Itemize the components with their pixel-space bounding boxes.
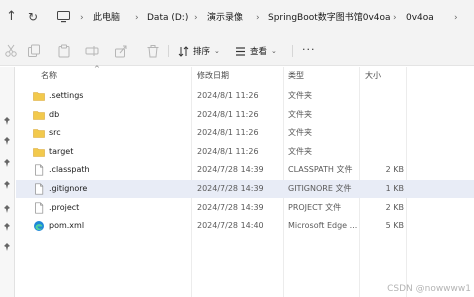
file-name: .classpath [49,165,90,175]
sort-chevron-icon: ^ [94,65,100,73]
file-type: PROJECT 文件 [288,202,342,212]
file-row[interactable]: pom.xml 2024/7/28 14:40 Microsoft Edge ...… [16,217,474,235]
file-size: 1 KB [385,184,404,193]
edge-icon [34,221,44,232]
file-list: 名称 ^ 修改日期 类型 大小 .settings 2024/8/1 11:26 文… [16,65,474,297]
file-size: 2 KB [385,165,404,175]
folder-icon [33,129,45,138]
rename-icon[interactable] [85,44,99,58]
file-modified-date: 2024/8/1 11:26 [197,146,259,156]
file-type: CLASSPATH 文件 [288,165,353,175]
cut-icon[interactable] [4,44,18,58]
folder-icon [33,110,45,120]
breadcrumb-separator: › [256,13,260,23]
file-row[interactable]: src 2024/8/1 11:26 文件夹 [16,124,474,142]
delete-icon[interactable] [146,44,160,58]
breadcrumb-project-folder[interactable]: SpringBoot数字图书馆0v4oa [268,12,391,24]
file-modified-date: 2024/7/28 14:39 [197,184,264,193]
breadcrumb-data-drive[interactable]: Data (D:) [147,12,188,24]
folder-icon [33,92,45,101]
pin-icon[interactable] [2,242,12,252]
column-header-type[interactable]: 类型 [288,71,304,81]
breadcrumb-separator: › [135,13,139,23]
breadcrumb-separator: › [454,13,458,23]
file-name: pom.xml [49,221,85,231]
chevron-down-icon: ⌄ [214,47,220,55]
computer-icon[interactable] [57,11,70,23]
file-icon [35,164,44,176]
copy-icon[interactable] [27,44,41,58]
file-modified-date: 2024/7/28 14:40 [197,221,264,231]
file-type: 文件夹 [288,146,312,156]
breadcrumb-this-pc[interactable]: 此电脑 [93,12,120,24]
more-options-icon[interactable]: ··· [302,43,316,56]
up-arrow-icon[interactable]: ↑ [6,10,17,24]
column-header-size[interactable]: 大小 [365,71,381,81]
file-name: .gitignore [49,184,88,193]
file-name: src [49,128,61,138]
file-modified-date: 2024/8/1 11:26 [197,109,259,119]
file-size: 2 KB [385,202,404,212]
sort-button[interactable]: 排序 ⌄ [178,44,220,58]
toolbar-divider [168,45,169,57]
file-type: Microsoft Edge ... [288,221,358,231]
folder-icon [33,147,45,157]
view-button[interactable]: 查看 ⌄ [235,44,277,58]
file-modified-date: 2024/7/28 14:39 [197,202,264,212]
breadcrumb-separator: › [194,13,198,23]
file-row[interactable]: db 2024/8/1 11:26 文件夹 [16,106,474,124]
column-header-name[interactable]: 名称 [41,71,57,81]
file-row[interactable]: .gitignore 2024/7/28 14:39 GITIGNORE 文件 1 K… [16,180,474,198]
file-type: 文件夹 [288,128,312,138]
breadcrumb-current-folder[interactable]: 0v4oa [406,12,434,24]
sort-label: 排序 [193,47,211,57]
pin-icon[interactable] [2,204,12,214]
toolbar-divider [292,45,293,57]
pin-icon[interactable] [2,116,12,126]
chevron-down-icon: ⌄ [271,47,277,55]
view-icon [236,46,245,56]
pin-icon[interactable] [2,180,12,190]
share-icon[interactable] [114,44,128,58]
column-header-modified[interactable]: 修改日期 [197,71,229,81]
file-modified-date: 2024/8/1 11:26 [197,128,259,138]
file-modified-date: 2024/8/1 11:26 [197,91,259,100]
file-name: .settings [49,91,84,100]
breadcrumb-demo-videos[interactable]: 演示录像 [207,12,243,24]
file-icon [35,183,44,195]
pin-icon[interactable] [2,158,12,168]
command-toolbar: 排序 ⌄ 查看 ⌄ ··· [0,36,474,66]
file-row[interactable]: .settings 2024/8/1 11:26 文件夹 [16,87,474,105]
file-type: 文件夹 [288,91,312,100]
file-size: 5 KB [385,221,404,231]
file-row[interactable]: target 2024/8/1 11:26 文件夹 [16,143,474,161]
sort-icon [178,45,189,57]
file-icon [35,202,44,214]
navigation-pane[interactable] [0,67,15,297]
file-modified-date: 2024/7/28 14:39 [197,165,264,175]
address-bar: ↑ ↻ › 此电脑 › Data (D:) › 演示录像 › SpringBoo… [0,0,474,36]
file-row[interactable]: .project 2024/7/28 14:39 PROJECT 文件 2 KB [16,199,474,217]
pin-icon[interactable] [2,136,12,146]
pin-icon[interactable] [2,222,12,232]
file-type: GITIGNORE 文件 [288,184,352,193]
breadcrumb-separator: › [393,13,397,23]
breadcrumb-separator: › [80,13,84,23]
file-name: db [49,109,60,119]
refresh-icon[interactable]: ↻ [28,10,38,24]
paste-icon[interactable] [57,44,71,58]
file-name: target [49,146,74,156]
file-type: 文件夹 [288,109,312,119]
file-name: .project [49,202,80,212]
watermark: CSDN @nowwww1 [387,284,471,294]
view-label: 查看 [250,47,268,57]
file-row[interactable]: .classpath 2024/7/28 14:39 CLASSPATH 文件 2 K… [16,161,474,179]
